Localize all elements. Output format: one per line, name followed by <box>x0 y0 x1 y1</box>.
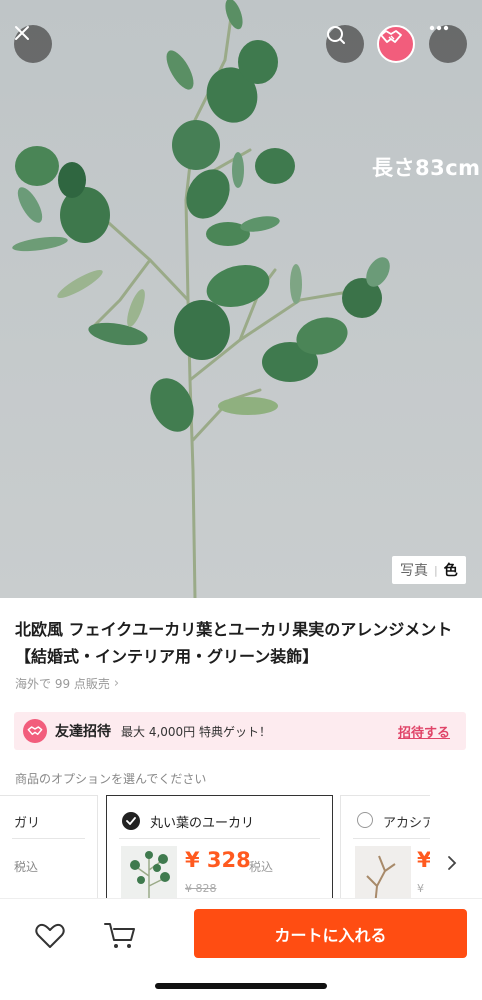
eucalyptus-branch-photo <box>0 0 482 598</box>
option-card-selected[interactable]: 丸い葉のユーカリ ¥ 328 税込 ¥ 828 <box>106 795 333 905</box>
option-card[interactable]: アカシア ¥ ¥ <box>340 795 430 905</box>
search-button[interactable] <box>326 25 364 63</box>
check-icon <box>122 812 140 830</box>
more-button[interactable] <box>429 25 467 63</box>
product-title: 北欧風 フェイクユーカリ葉とユーカリ果実のアレンジメント【結婚式・インテリア用・… <box>15 620 453 666</box>
option-original-price: ¥ 828 <box>185 882 217 895</box>
chevron-right-icon <box>448 856 457 870</box>
cart-button[interactable] <box>100 919 140 953</box>
length-label: 長さ83cm <box>372 156 481 180</box>
radio-icon <box>357 812 373 828</box>
option-price: ¥ <box>417 848 430 872</box>
chevron-right-icon: › <box>113 676 120 691</box>
option-name: 丸い葉のユーカリ <box>150 816 255 831</box>
toggle-color[interactable]: 色 <box>444 560 458 580</box>
heart-icon <box>35 923 65 948</box>
divider <box>12 838 85 839</box>
referral-title: 友達招待 <box>55 724 111 740</box>
handshake-icon <box>380 30 402 43</box>
sales-count-text: 海外で 99 点販売 <box>15 677 110 691</box>
bottom-action-bar: カートに入れる <box>0 898 482 1000</box>
options-heading: 商品のオプションを選んでください <box>15 772 207 786</box>
option-card[interactable]: ガリ 税込 <box>0 795 98 905</box>
close-button[interactable] <box>14 25 52 63</box>
toggle-separator: | <box>434 563 438 577</box>
invite-link[interactable]: 招待する <box>398 722 450 741</box>
handshake-icon <box>27 726 43 736</box>
photo-color-toggle[interactable]: 写真 | 色 <box>392 556 466 584</box>
referral-icon <box>23 719 47 743</box>
toggle-photo[interactable]: 写真 <box>400 560 428 580</box>
more-icon <box>429 25 449 31</box>
search-icon <box>327 26 345 44</box>
referral-description: 最大 4,000円 特典ゲット！ <box>121 724 271 739</box>
option-thumbnail <box>355 846 411 904</box>
add-to-cart-button[interactable]: カートに入れる <box>194 909 467 958</box>
option-tax: 税込 <box>249 860 274 874</box>
option-original-price: ¥ <box>417 882 424 895</box>
next-options-button[interactable] <box>440 848 464 878</box>
cart-icon <box>104 923 135 948</box>
referral-button[interactable] <box>377 25 415 63</box>
option-name: アカシア <box>383 816 430 831</box>
option-thumbnail <box>121 846 177 904</box>
referral-banner[interactable]: 友達招待 最大 4,000円 特典ゲット！ 招待する <box>14 712 466 750</box>
option-tax: 税込 <box>14 860 39 874</box>
divider <box>119 838 320 839</box>
home-indicator <box>155 983 327 989</box>
option-name: ガリ <box>14 816 41 831</box>
sales-count[interactable]: 海外で 99 点販売 › <box>15 675 119 692</box>
option-price: ¥ 328 <box>185 848 251 872</box>
close-icon <box>15 26 29 40</box>
favorite-button[interactable] <box>30 919 70 953</box>
product-image[interactable]: 長さ83cm 写真 | 色 <box>0 0 482 598</box>
divider <box>353 838 430 839</box>
